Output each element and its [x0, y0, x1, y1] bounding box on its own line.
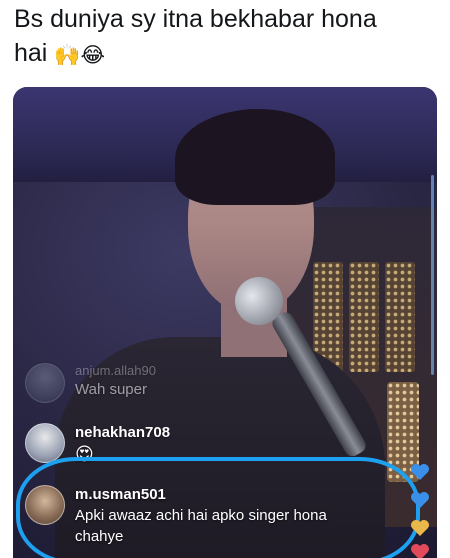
floating-hearts: [407, 457, 433, 558]
decor-panel: [349, 262, 379, 372]
live-video-frame[interactable]: anjum.allah90 Wah super nehakhan708 😍 m.…: [13, 87, 437, 558]
heart-icon: [411, 544, 429, 558]
comment-message: Wah super: [75, 381, 147, 398]
avatar[interactable]: [25, 363, 65, 403]
heart-icon: [411, 492, 429, 508]
heart-icon: [411, 464, 429, 480]
caption-line-1: Bs duniya sy itna bekhabar hona: [14, 5, 377, 33]
scrollbar[interactable]: [431, 175, 434, 375]
heart-icon: [411, 520, 429, 536]
highlight-ring: [16, 457, 420, 558]
tweet-caption: Bs duniya sy itna bekhabar hona hai 🙌😂: [14, 2, 438, 73]
avatar[interactable]: [25, 423, 65, 463]
comment-username[interactable]: anjum.allah90: [75, 363, 156, 379]
caption-line-2: hai 🙌😂: [14, 36, 438, 73]
singer-hair: [175, 109, 335, 205]
caption-line-2-text: hai: [14, 39, 48, 67]
decor-panel: [385, 262, 415, 372]
live-comment: anjum.allah90 Wah super: [25, 363, 156, 403]
caption-emojis: 🙌😂: [54, 44, 106, 67]
comment-username[interactable]: nehakhan708: [75, 423, 170, 443]
